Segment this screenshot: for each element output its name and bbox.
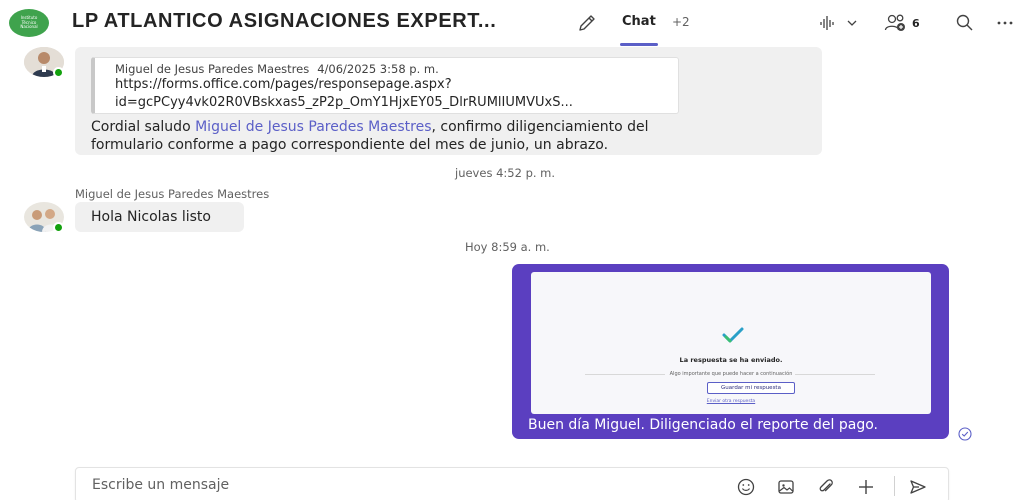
quote-text-line: https://forms.office.com/pages/responsep… [115,77,452,92]
quote-author: Miguel de Jesus Paredes Maestres [115,62,310,76]
quote-date: 4/06/2025 3:58 p. m. [317,62,439,76]
message-text: formulario conforme a pago correspondien… [91,137,609,153]
participants-button[interactable]: 6 [884,12,920,34]
group-avatar[interactable]: Instituto Técnico Nacional [9,9,49,37]
date-divider: jueves 4:52 p. m. [455,166,556,180]
message-input[interactable] [92,477,692,493]
chat-title[interactable]: LP ATLANTICO ASIGNACIONES EXPERT... [72,10,496,33]
compose-divider [894,476,895,496]
presence-available-icon [53,67,64,78]
checkmark-icon [722,327,744,343]
message-text-part: , confirmo diligenciamiento del [431,119,649,135]
active-tab-indicator [620,43,658,46]
send-icon[interactable] [908,477,928,497]
add-icon[interactable] [856,477,876,497]
presence-available-icon [53,222,64,233]
attachment-save-button: Guardar mi respuesta [707,382,795,394]
chat-header: Instituto Técnico Nacional LP ATLANTICO … [0,0,1024,46]
attachment-subtitle: Algo importante que puede hacer a contin… [669,371,793,377]
tab-chat[interactable]: Chat [622,14,656,29]
mention-link[interactable]: Miguel de Jesus Paredes Maestres [195,119,431,135]
message-text-part: Cordial saludo [91,119,196,135]
attachment-link: Enviar otra respuesta [706,399,756,404]
tab-more[interactable]: +2 [672,15,690,29]
logo-text: Instituto Técnico Nacional [20,15,38,30]
compose-box[interactable] [75,467,949,500]
attach-icon[interactable] [816,477,836,497]
sent-message-bubble[interactable]: La respuesta se ha enviado. Algo importa… [512,264,949,439]
quote-meta: Miguel de Jesus Paredes Maestres 4/06/202… [115,62,678,76]
search-icon[interactable] [955,13,975,33]
participants-count: 6 [912,16,920,30]
message-text: Cordial saludo Miguel de Jesus Paredes M… [91,117,649,137]
call-dropdown-icon[interactable] [818,13,862,33]
avatar[interactable] [24,47,64,78]
gif-sticker-icon[interactable] [776,477,796,497]
message-text: Hola Nicolas listo [91,209,211,225]
quoted-message[interactable]: Miguel de Jesus Paredes Maestres 4/06/202… [91,57,679,114]
emoji-icon[interactable] [736,477,756,497]
read-receipt-icon [958,427,972,441]
avatar[interactable] [24,202,64,233]
message-text: Buen día Miguel. Diligenciado el reporte… [528,417,878,433]
date-divider: Hoy 8:59 a. m. [465,240,550,254]
edit-icon[interactable] [576,12,598,34]
sender-name: Miguel de Jesus Paredes Maestres [75,187,270,201]
attachment-title: La respuesta se ha enviado. [679,356,783,364]
image-attachment[interactable]: La respuesta se ha enviado. Algo importa… [531,272,931,414]
more-options-icon[interactable] [995,13,1015,33]
people-icon [884,14,905,31]
quote-text-line: id=gcPCyy4vk02R0VBskxas5_zP2p_OmY1HjxEY0… [115,95,573,110]
